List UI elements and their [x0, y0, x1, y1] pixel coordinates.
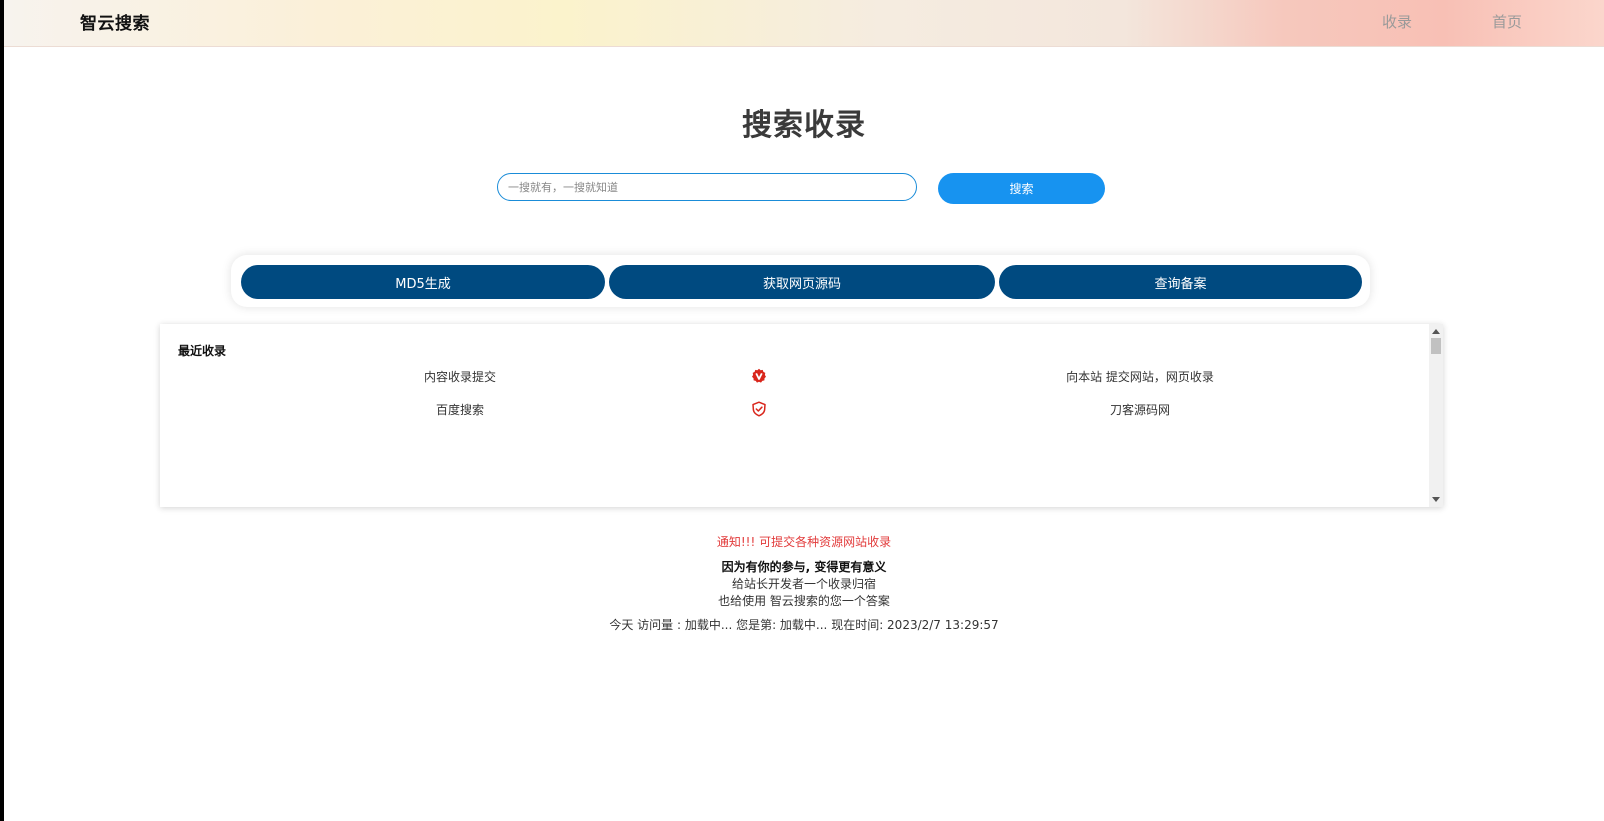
footer-slogan: 因为有你的参与, 变得更有意义 [721, 560, 887, 574]
page: 智云搜索 收录 首页 搜索收录 搜索 MD5生成 获取网页源码 查询备案 最近收… [4, 0, 1604, 821]
list-item[interactable]: 百度搜索 刀客源码网 [160, 397, 1430, 421]
tools-bar: MD5生成 获取网页源码 查询备案 [231, 255, 1370, 307]
scroll-down-arrow-icon[interactable] [1432, 497, 1440, 502]
recent-panel: 最近收录 内容收录提交 向本站 提交网站，网页收录 百度搜索 刀客源码网 [160, 324, 1443, 507]
recent-item-description: 刀客源码网 [1109, 403, 1170, 417]
verified-v-badge-icon [752, 368, 766, 383]
notice-text: 通知!!! 可提交各种资源网站收录 [716, 535, 892, 549]
footer-line-3: 也给使用 智云搜索的您一个答案 [718, 594, 890, 608]
nav-link-collect[interactable]: 收录 [1382, 11, 1412, 32]
scroll-thumb[interactable] [1431, 338, 1441, 354]
recent-title: 最近收录 [178, 344, 227, 358]
brand-logo-text[interactable]: 智云搜索 [80, 9, 150, 34]
search-input[interactable] [497, 173, 917, 201]
page-title: 搜索收录 [742, 108, 866, 143]
shield-check-icon [752, 401, 766, 417]
visit-stats: 今天 访问量 : 加载中... 您是第: 加载中... 现在时间: 2023/2… [609, 618, 999, 632]
footer-line-2: 给站长开发者一个收录归宿 [731, 577, 876, 591]
query-icp-button[interactable]: 查询备案 [999, 265, 1362, 299]
recent-item-description: 向本站 提交网站，网页收录 [1066, 370, 1214, 384]
recent-item-name[interactable]: 百度搜索 [310, 401, 610, 418]
header-bar: 智云搜索 收录 首页 [4, 0, 1604, 47]
nav-link-home[interactable]: 首页 [1492, 11, 1522, 32]
list-item[interactable]: 内容收录提交 向本站 提交网站，网页收录 [160, 364, 1430, 388]
recent-scrollbar[interactable] [1429, 324, 1443, 507]
get-page-source-button[interactable]: 获取网页源码 [609, 265, 995, 299]
recent-item-name[interactable]: 内容收录提交 [310, 368, 610, 385]
search-button[interactable]: 搜索 [938, 173, 1105, 204]
scroll-up-arrow-icon[interactable] [1432, 329, 1440, 334]
md5-generate-button[interactable]: MD5生成 [241, 265, 605, 299]
